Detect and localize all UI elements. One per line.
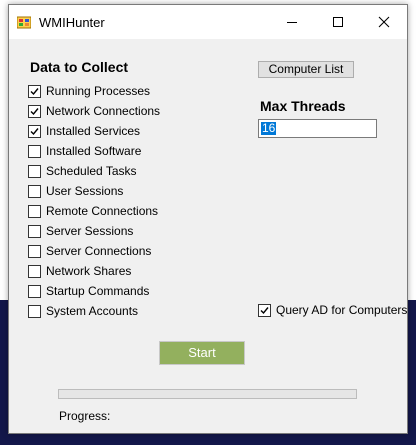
query-ad-label: Query AD for Computers	[276, 303, 408, 317]
checkbox-label: Installed Software	[46, 144, 142, 158]
computer-list-button[interactable]: Computer List	[258, 61, 354, 78]
checkbox-row[interactable]: Scheduled Tasks	[28, 163, 137, 179]
checkbox-row[interactable]: User Sessions	[28, 183, 123, 199]
checkbox[interactable]	[28, 104, 41, 118]
maximize-icon	[333, 17, 343, 27]
minimize-icon	[287, 22, 297, 23]
max-threads-value: 16	[261, 121, 277, 135]
max-threads-input[interactable]: 16	[258, 119, 377, 138]
checkbox-row[interactable]: Server Sessions	[28, 223, 133, 239]
checkbox-row[interactable]: System Accounts	[28, 303, 138, 319]
checkbox-label: System Accounts	[46, 304, 139, 318]
checkbox-label: Server Connections	[46, 244, 152, 258]
checkmark-icon	[30, 107, 39, 115]
checkbox-label: Remote Connections	[46, 204, 159, 218]
checkbox-row[interactable]: Installed Services	[28, 123, 140, 139]
checkbox-row[interactable]: Remote Connections	[28, 203, 158, 219]
app-icon	[17, 16, 31, 29]
checkbox[interactable]	[28, 84, 41, 98]
checkbox[interactable]	[28, 224, 41, 238]
checkmark-icon	[30, 87, 39, 95]
checkbox-row[interactable]: Network Connections	[28, 103, 160, 119]
query-ad-checkbox-box[interactable]	[258, 303, 271, 317]
background-terminal-right	[408, 300, 416, 445]
checkbox-label: Network Shares	[46, 264, 132, 278]
checkbox[interactable]	[28, 264, 41, 278]
start-button[interactable]: Start	[159, 341, 245, 365]
checkbox[interactable]	[28, 184, 41, 198]
progress-label: Progress:	[59, 409, 111, 423]
title-bar[interactable]: WMIHunter	[9, 5, 407, 39]
query-ad-checkbox[interactable]: Query AD for Computers	[258, 302, 407, 318]
close-icon	[378, 16, 390, 28]
background-terminal-left	[0, 300, 8, 445]
checkmark-icon	[260, 306, 269, 314]
checkbox-row[interactable]: Installed Software	[28, 143, 141, 159]
checkbox-row[interactable]: Startup Commands	[28, 283, 149, 299]
checkbox[interactable]	[28, 244, 41, 258]
checkbox[interactable]	[28, 204, 41, 218]
checkbox[interactable]	[28, 304, 41, 318]
close-button[interactable]	[361, 5, 407, 39]
checkbox-label: Scheduled Tasks	[46, 164, 137, 178]
data-to-collect-heading: Data to Collect	[30, 59, 129, 75]
checkbox[interactable]	[28, 164, 41, 178]
wmihunter-window: WMIHunter Data to Collect Running Proces…	[8, 4, 408, 434]
checkbox[interactable]	[28, 284, 41, 298]
checkbox-label: User Sessions	[46, 184, 124, 198]
maximize-button[interactable]	[315, 5, 361, 39]
checkbox-row[interactable]: Running Processes	[28, 83, 150, 99]
background-editor-right	[408, 0, 416, 300]
checkbox-row[interactable]: Server Connections	[28, 243, 151, 259]
checkbox-label: Startup Commands	[46, 284, 150, 298]
checkmark-icon	[30, 127, 39, 135]
window-title: WMIHunter	[39, 15, 105, 30]
progress-bar	[58, 389, 357, 399]
checkbox-label: Running Processes	[46, 84, 151, 98]
checkbox[interactable]	[28, 144, 41, 158]
checkbox-label: Server Sessions	[46, 224, 134, 238]
checkbox-label: Installed Services	[46, 124, 141, 138]
checkbox-label: Network Connections	[46, 104, 161, 118]
checkbox-row[interactable]: Network Shares	[28, 263, 131, 279]
max-threads-heading: Max Threads	[260, 98, 346, 114]
minimize-button[interactable]	[269, 5, 315, 39]
checkbox[interactable]	[28, 124, 41, 138]
